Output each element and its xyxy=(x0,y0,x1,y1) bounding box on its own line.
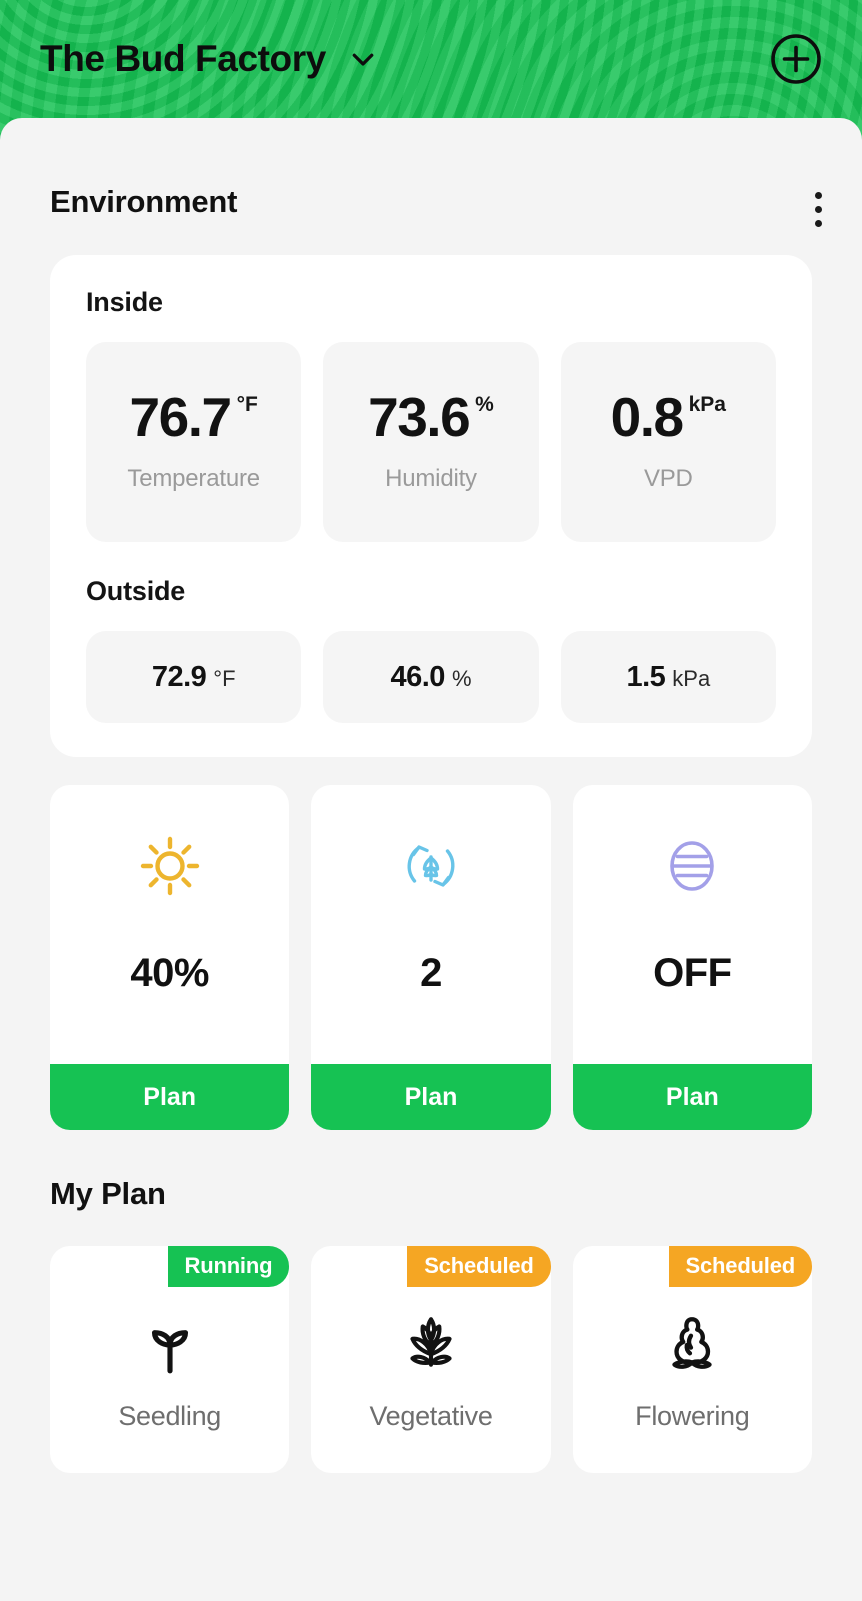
plan-label: Seedling xyxy=(118,1401,221,1431)
plan-label: Vegetative xyxy=(369,1401,493,1431)
outside-tile-temperature[interactable]: 72.9 °F xyxy=(86,631,302,723)
sun-icon xyxy=(138,833,202,899)
environment-title: Environment xyxy=(50,184,238,219)
metric-value: 1.5 xyxy=(626,660,666,693)
bud-icon xyxy=(659,1309,725,1379)
outside-tile-vpd[interactable]: 1.5 kPa xyxy=(560,631,776,723)
sprout-icon xyxy=(137,1309,203,1379)
device-value: 40% xyxy=(130,951,209,995)
circulation-leaf-icon xyxy=(399,833,463,899)
device-plan-button[interactable]: Plan xyxy=(572,1064,812,1130)
status-badge: Scheduled xyxy=(668,1246,812,1287)
metric-value: 72.9 xyxy=(151,660,207,693)
metric-label: Humidity xyxy=(385,465,477,493)
device-plan-button[interactable]: Plan xyxy=(50,1064,290,1130)
plan-stage-cards: Running Seedling Scheduled Vegetative Sc… xyxy=(50,1246,812,1473)
outside-metrics: 72.9 °F 46.0 % 1.5 kPa xyxy=(86,631,776,723)
environment-card: Inside 76.7 °F Temperature 73.6 % Humidi… xyxy=(50,255,812,757)
app-header: The Bud Factory xyxy=(0,0,862,140)
metric-tile-vpd[interactable]: 0.8 kPa VPD xyxy=(560,342,776,542)
outside-label: Outside xyxy=(86,576,186,606)
plus-circle-icon[interactable] xyxy=(770,33,822,85)
metric-label: VPD xyxy=(643,465,693,493)
kebab-menu-icon[interactable] xyxy=(814,192,822,227)
plan-card-vegetative[interactable]: Scheduled Vegetative xyxy=(311,1246,551,1473)
inside-label: Inside xyxy=(86,287,163,317)
device-card-dehumidifier[interactable]: OFF Plan xyxy=(572,785,812,1130)
device-card-circulation[interactable]: 2 Plan xyxy=(311,785,551,1130)
metric-unit: kPa xyxy=(688,392,726,416)
metric-unit: % xyxy=(475,392,494,416)
device-value: 2 xyxy=(420,951,442,995)
metric-tile-temperature[interactable]: 76.7 °F Temperature xyxy=(86,342,302,542)
device-cards: 40% Plan 2 Plan OFF Plan xyxy=(50,785,812,1130)
metric-unit: °F xyxy=(236,392,258,416)
plan-card-seedling[interactable]: Running Seedling xyxy=(50,1246,290,1473)
inside-metrics: 76.7 °F Temperature 73.6 % Humidity 0.8 … xyxy=(86,342,776,542)
outside-tile-humidity[interactable]: 46.0 % xyxy=(323,631,539,723)
metric-unit: % xyxy=(451,665,472,691)
cannabis-leaf-icon xyxy=(398,1309,464,1379)
metric-label: Temperature xyxy=(127,465,260,493)
metric-value: 0.8 xyxy=(610,385,684,448)
metric-value: 76.7 xyxy=(129,385,233,448)
device-plan-button[interactable]: Plan xyxy=(311,1064,551,1130)
device-value: OFF xyxy=(653,951,732,995)
content-sheet xyxy=(0,118,862,140)
plan-card-flowering[interactable]: Scheduled Flowering xyxy=(572,1246,812,1473)
header-bar: The Bud Factory xyxy=(0,0,862,118)
metric-value: 46.0 xyxy=(390,660,445,693)
grow-selector[interactable]: The Bud Factory xyxy=(40,38,378,80)
my-plan-title: My Plan xyxy=(50,1176,166,1211)
metric-unit: °F xyxy=(213,665,236,691)
page-title: The Bud Factory xyxy=(40,38,326,79)
status-badge: Scheduled xyxy=(407,1246,551,1287)
metric-unit: kPa xyxy=(672,665,711,691)
plan-label: Flowering xyxy=(635,1401,750,1431)
metric-tile-humidity[interactable]: 73.6 % Humidity xyxy=(323,342,539,542)
device-card-light[interactable]: 40% Plan xyxy=(50,785,290,1130)
chevron-down-icon[interactable] xyxy=(348,44,378,74)
status-badge: Running xyxy=(167,1246,290,1287)
environment-section-header: Environment xyxy=(0,140,862,227)
dehumidifier-icon xyxy=(660,833,724,899)
app-root: The Bud Factory Environment Inside 76.7 … xyxy=(0,0,862,1601)
metric-value: 73.6 xyxy=(368,385,471,448)
